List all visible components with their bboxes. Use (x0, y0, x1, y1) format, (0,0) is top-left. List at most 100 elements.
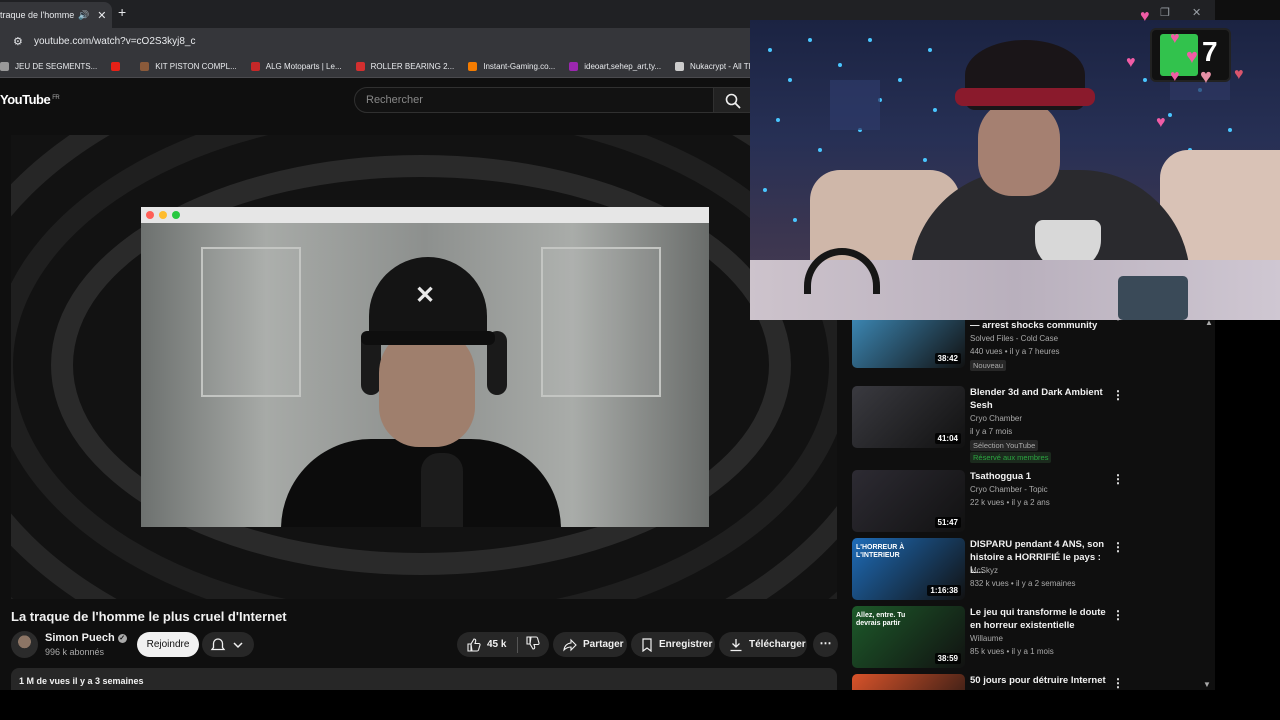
channel-name[interactable]: Simon Puech ✓ (45, 632, 127, 644)
youtube-logo[interactable]: YouTube FR (0, 92, 60, 107)
close-window-icon[interactable]: ✕ (1192, 6, 1201, 19)
recommendation-meta: 832 k vues • il y a 2 semaines (970, 579, 1076, 588)
more-options-icon[interactable]: ⋮ (1112, 676, 1124, 690)
speaker-icon[interactable]: 🔊 (78, 10, 89, 21)
bookmark-favicon-icon (0, 62, 9, 71)
recommendation-channel[interactable]: Willaume (970, 634, 1003, 643)
logo-region: FR (52, 94, 60, 101)
dislike-button[interactable] (518, 636, 546, 653)
verified-icon: ✓ (117, 634, 127, 643)
bookmark-item[interactable]: KIT PISTON COMPL... (140, 62, 237, 71)
more-actions-button[interactable]: ⋯ (813, 632, 838, 657)
scroll-down-icon[interactable]: ▼ (1203, 680, 1211, 689)
cap-logo-icon: ✕ (415, 282, 436, 309)
url-field[interactable]: youtube.com/watch?v=cO2S3kyj8_c (34, 36, 195, 47)
share-button[interactable]: Partager (553, 632, 627, 657)
join-button[interactable]: Rejoindre (137, 632, 199, 657)
heart-icon: ♥ (1186, 46, 1198, 68)
bookmark-label: Instant-Gaming.co... (483, 62, 556, 71)
heart-icon: ♥ (1126, 54, 1136, 71)
recommendation-item[interactable]: Allez, entre. Tu devrais partir 38:59 Le j… (852, 606, 1212, 672)
bookmark-item[interactable]: Instant-Gaming.co... (468, 62, 555, 71)
recommendation-thumbnail[interactable]: Allez, entre. Tu devrais partir 38:59 (852, 606, 965, 668)
heart-icon: ♥ (1234, 66, 1244, 83)
logo-text: YouTube (0, 92, 51, 107)
members-only-badge: Réservé aux membres (970, 452, 1052, 463)
bookmark-favicon-icon (111, 62, 121, 71)
search-button[interactable] (714, 87, 754, 113)
download-label: Télécharger (749, 639, 806, 650)
bookmark-label: JEU DE SEGMENTS... (15, 62, 98, 71)
new-tab-icon[interactable]: + (118, 4, 126, 20)
bookmark-item[interactable]: ALG Motoparts | Le... (250, 62, 342, 71)
desktop-background (0, 690, 1280, 720)
recommendation-channel[interactable]: Cryo Chamber - Topic (970, 485, 1048, 494)
tab-title: traque de l'homme le (0, 10, 74, 20)
recommendation-item[interactable]: 50 jours pour détruire Internet ⋮ (852, 674, 1212, 690)
recommendation-item[interactable]: 38:42Hawaii 1993 cold case solved — arre… (852, 312, 1212, 372)
thumbnail-text: Allez, entre. Tu devrais partir (856, 612, 906, 627)
recommendation-channel[interactable]: McSkyz (970, 566, 998, 575)
bookmark-label: ideoart,sehep_art,ty... (584, 62, 662, 71)
recommendation-item[interactable]: L'HORREUR À L'INTERIEUR 1:16:38 DISPARU pe… (852, 538, 1212, 604)
like-count: 45 k (487, 639, 507, 650)
recommendation-thumbnail[interactable] (852, 674, 965, 690)
bookmark-item[interactable] (111, 62, 126, 71)
recommendation-badge: Sélection YouTube (970, 440, 1039, 451)
duration-badge: 38:59 (934, 653, 961, 664)
notification-button[interactable] (202, 632, 254, 657)
bookmark-favicon-icon (140, 62, 150, 71)
save-button[interactable]: Enregistrer (631, 632, 715, 657)
recommendation-meta: 440 vues • il y a 7 heures (970, 347, 1060, 356)
recommendation-meta: 85 k vues • il y a 1 mois (970, 647, 1054, 656)
bookmark-item[interactable]: JEU DE SEGMENTS... (0, 62, 97, 71)
bookmark-label: KIT PISTON COMPL... (155, 62, 237, 71)
recommendation-thumbnail[interactable]: 38:42 (852, 312, 965, 368)
heart-icon: ♥ (1140, 8, 1150, 25)
video-title: La traque de l'homme le plus cruel d'Int… (11, 609, 287, 624)
bookmark-item[interactable]: ideoart,sehep_art,ty... (569, 62, 661, 71)
recommendation-title[interactable]: Blender 3d and Dark Ambient Sesh (970, 386, 1110, 412)
bell-icon (210, 638, 243, 651)
video-player[interactable]: ✕ (11, 135, 837, 599)
recommendation-thumbnail[interactable]: 51:47 (852, 470, 965, 532)
desktop-background (1215, 320, 1280, 690)
close-tab-icon[interactable]: ✕ (97, 9, 106, 22)
recommendation-title[interactable]: Tsathoggua 1 (970, 470, 1110, 483)
more-options-icon[interactable]: ⋮ (1112, 540, 1124, 554)
recommendation-title[interactable]: 50 jours pour détruire Internet (970, 674, 1110, 687)
channel-name-text: Simon Puech (45, 632, 115, 644)
restore-window-icon[interactable]: ❐ (1160, 6, 1170, 19)
description-box[interactable]: 1 M de vues il y a 3 semaines (11, 668, 837, 690)
like-dislike-group: 45 k (457, 632, 549, 657)
recommendations-sidebar: 38:42Hawaii 1993 cold case solved — arre… (845, 312, 1215, 690)
recommendation-thumbnail[interactable]: 41:04 (852, 386, 965, 448)
bookmark-item[interactable]: ROLLER BEARING 2... (355, 62, 455, 71)
bookmark-icon (642, 637, 652, 652)
recommendation-title[interactable]: Le jeu qui transforme le doute en horreu… (970, 606, 1110, 632)
like-button[interactable]: 45 k (457, 637, 517, 652)
recommendation-channel[interactable]: Cryo Chamber (970, 414, 1022, 423)
bookmark-label: ROLLER BEARING 2... (370, 62, 455, 71)
search-placeholder: Rechercher (366, 94, 423, 106)
screen: traque de l'homme le 🔊 ✕ + ❐ ✕ ⚙ youtube… (0, 0, 1280, 720)
bookmark-favicon-icon (250, 62, 260, 71)
recommendation-item[interactable]: 41:04 Blender 3d and Dark Ambient Sesh Cry… (852, 386, 1212, 463)
site-settings-icon[interactable]: ⚙ (13, 35, 23, 48)
recommendation-meta: il y a 7 mois (970, 427, 1013, 436)
channel-avatar[interactable] (11, 631, 38, 658)
search-input[interactable]: Rechercher (354, 87, 714, 113)
more-options-icon[interactable]: ⋮ (1112, 388, 1124, 402)
browser-tab[interactable]: traque de l'homme le 🔊 ✕ (0, 2, 112, 28)
recommendation-thumbnail[interactable]: L'HORREUR À L'INTERIEUR 1:16:38 (852, 538, 965, 600)
download-button[interactable]: Télécharger (719, 632, 807, 657)
recommendation-item[interactable]: 51:47 Tsathoggua 1 Cryo Chamber - Topic 22 … (852, 470, 1212, 536)
recommendation-channel[interactable]: Solved Files - Cold Case (970, 334, 1058, 343)
share-icon (563, 638, 577, 652)
hat-band (955, 88, 1095, 106)
heart-icon: ♥ (1200, 66, 1212, 88)
phone (1118, 276, 1188, 320)
save-label: Enregistrer (659, 639, 713, 650)
more-options-icon[interactable]: ⋮ (1112, 608, 1124, 622)
more-options-icon[interactable]: ⋮ (1112, 472, 1124, 486)
